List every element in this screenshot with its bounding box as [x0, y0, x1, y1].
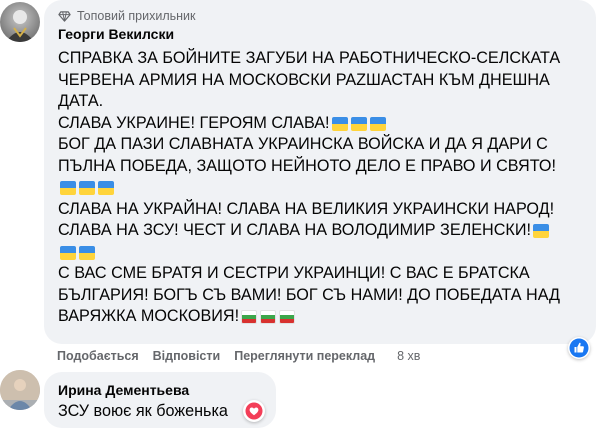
comment-line-text: СПРАВКА ЗА БОЙНИТЕ ЗАГУБИ НА РАБОТНИЧЕСК… — [58, 49, 561, 67]
reply-button[interactable]: Відповісти — [153, 349, 221, 363]
ukraine-flag-icon — [98, 181, 114, 195]
comment-line-text: СЛАВА НА УКРАЙНА! СЛАВА НА ВЕЛИКИЯ УКРАИ… — [58, 199, 555, 218]
ukraine-flag-icon — [60, 245, 76, 260]
comment-line-text: ДАТА. — [58, 92, 104, 110]
reaction-badge[interactable] — [568, 337, 590, 359]
comment-line: СЛАВА НА ЗСУ! ЧЕСТ И СЛАВА НА ВОЛОДИМИР … — [58, 220, 594, 242]
avatar[interactable] — [0, 2, 40, 42]
comment-line-text: БЪЛГАРИЯ! БОГЪ СЪ ВАМИ! БОГ СЪ НАМИ! ДО … — [58, 285, 561, 304]
avatar-image — [6, 10, 34, 42]
comment-bubble: Топовий прихильник Георги Векилски СПРАВ… — [44, 0, 596, 344]
comment-bubble: Ирина Дементьева ЗСУ воює як боженька — [44, 372, 276, 428]
ukraine-flag-icon — [331, 116, 348, 131]
flag-emojis — [241, 310, 298, 324]
ukraine-flag-icon — [79, 245, 95, 260]
comment-line — [58, 177, 594, 199]
comment-line: ПЪЛНА ПОБЕДА, ЗАЩОТО НЕЙНОТО ДЕЛО Е ПРАВ… — [58, 156, 594, 178]
see-translation-button[interactable]: Переглянути переклад — [234, 349, 375, 363]
comment-line: ВАРЯЖКА МОСКОВИЯ! — [58, 306, 594, 328]
comment-line: СПРАВКА ЗА БОЙНИТЕ ЗАГУБИ НА РАБОТНИЧЕСК… — [58, 48, 594, 70]
comment-text: СПРАВКА ЗА БОЙНИТЕ ЗАГУБИ НА РАБОТНИЧЕСК… — [58, 48, 594, 328]
love-icon — [245, 402, 263, 420]
bulgaria-flag-icon — [260, 310, 277, 324]
comment-author[interactable]: Ирина Дементьева — [58, 382, 189, 398]
comment-line — [58, 242, 594, 264]
like-icon — [569, 338, 589, 358]
reaction-badge[interactable] — [243, 400, 265, 422]
comment-text: ЗСУ воює як боженька — [58, 402, 228, 420]
comment-line: ДАТА. — [58, 91, 594, 113]
avatar-image — [0, 370, 40, 410]
bulgaria-flag-icon — [241, 310, 258, 324]
timestamp[interactable]: 8 хв — [397, 349, 420, 363]
flag-emojis — [532, 224, 552, 238]
diamond-icon — [58, 10, 71, 23]
comment-line-text: СЛАВА НА ЗСУ! ЧЕСТ И СЛАВА НА ВОЛОДИМИР … — [58, 221, 531, 239]
comment-line-text: ВАРЯЖКА МОСКОВИЯ! — [58, 307, 240, 325]
comment-line-text: СЛАВА УКРАИНЕ! ГЕРОЯМ СЛАВА! — [58, 113, 330, 132]
top-fan-badge: Топовий прихильник — [58, 9, 196, 23]
comment-line: БОГ ДА ПАЗИ СЛАВНАТА УКРАИНСКА ВОЙСКА И … — [58, 134, 594, 156]
ukraine-flag-icon — [532, 224, 549, 238]
flag-emojis — [60, 181, 117, 195]
bulgaria-flag-icon — [279, 310, 296, 324]
ukraine-flag-icon — [60, 181, 76, 195]
comment-line: С ВАС СМЕ БРАТЯ И СЕСТРИ УКРАИНЦИ! С ВАС… — [58, 263, 594, 285]
flag-emojis — [331, 116, 389, 131]
comment-line-text: ПЪЛНА ПОБЕДА, ЗАЩОТО НЕЙНОТО ДЕЛО Е ПРАВ… — [58, 156, 556, 175]
comments-section: Топовий прихильник Георги Векилски СПРАВ… — [0, 0, 600, 433]
comment-line: СЛАВА НА УКРАЙНА! СЛАВА НА ВЕЛИКИЯ УКРАИ… — [58, 199, 594, 221]
comment-line: ЧЕРВЕНА АРМИЯ НА МОСКОВСКИ PAZШАСТАН КЪМ… — [58, 70, 594, 92]
comment-line-text: ЧЕРВЕНА АРМИЯ НА МОСКОВСКИ PAZШАСТАН КЪМ… — [58, 70, 550, 89]
comment-actions: Подобається Відповісти Переглянути перек… — [57, 349, 420, 363]
comment-line-text: С ВАС СМЕ БРАТЯ И СЕСТРИ УКРАИНЦИ! С ВАС… — [58, 264, 530, 282]
comment-line-text: БОГ ДА ПАЗИ СЛАВНАТА УКРАИНСКА ВОЙСКА И … — [58, 135, 548, 153]
comment-line: СЛАВА УКРАИНЕ! ГЕРОЯМ СЛАВА! — [58, 113, 594, 135]
comment-author[interactable]: Георги Векилски — [58, 26, 174, 42]
badge-label: Топовий прихильник — [77, 9, 196, 23]
ukraine-flag-icon — [369, 116, 386, 131]
like-button[interactable]: Подобається — [57, 349, 139, 363]
ukraine-flag-icon — [79, 181, 95, 195]
ukraine-flag-icon — [350, 116, 367, 131]
flag-emojis — [60, 245, 98, 260]
avatar[interactable] — [0, 370, 40, 410]
comment-line: БЪЛГАРИЯ! БОГЪ СЪ ВАМИ! БОГ СЪ НАМИ! ДО … — [58, 285, 594, 307]
